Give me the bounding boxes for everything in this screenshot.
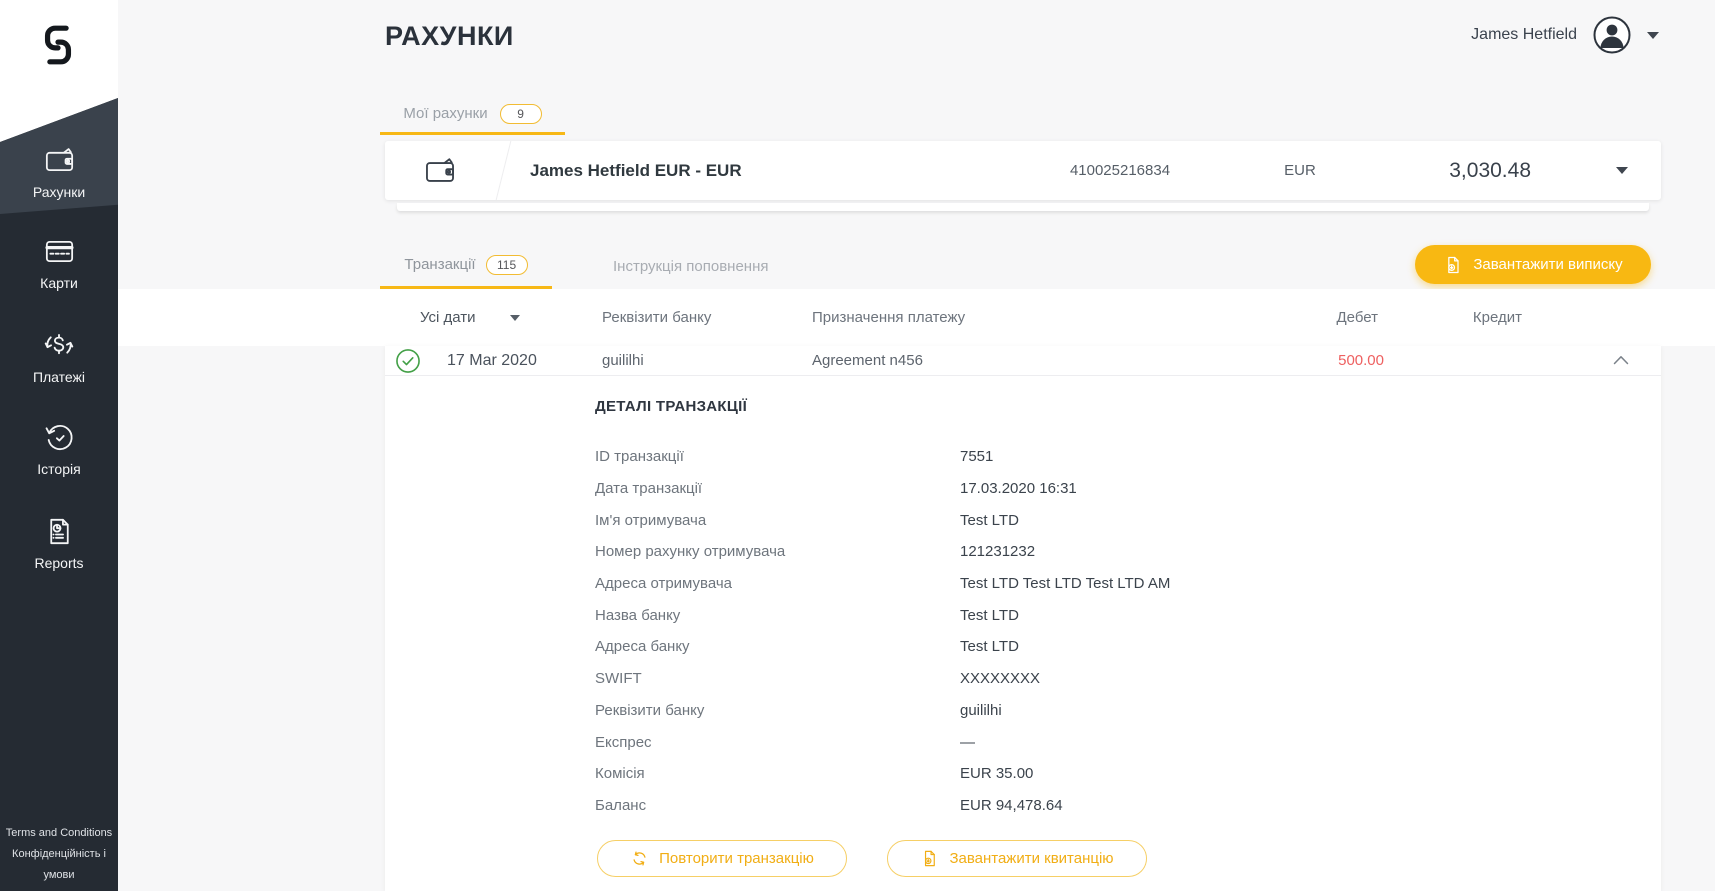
transactions-count-badge: 115: [485, 254, 528, 275]
reports-icon: [49, 518, 69, 545]
transaction-panel: 17 Mar 2020 guililhi Agreement n456 500.…: [385, 346, 1661, 891]
sidebar-item-cards[interactable]: Карти: [0, 235, 118, 291]
sidebar-item-reports[interactable]: Reports: [0, 515, 118, 571]
account-balance: 3,030.48: [1449, 158, 1531, 182]
detail-value: —: [960, 733, 975, 751]
transaction-row[interactable]: 17 Mar 2020 guililhi Agreement n456 500.…: [385, 346, 1661, 376]
button-label: Завантажити виписку: [1473, 256, 1623, 273]
chevron-down-icon: [1647, 31, 1659, 39]
tab-top-up-instruction[interactable]: Інструкція поповнення: [613, 243, 769, 289]
detail-label: Реквізити банку: [595, 701, 705, 719]
detail-label: Баланс: [595, 796, 647, 814]
detail-label: Назва банку: [595, 606, 681, 624]
column-header-debit: Дебет: [1336, 309, 1378, 326]
detail-label: Експрес: [595, 733, 652, 751]
detail-label: Адреса отримувача: [595, 575, 733, 593]
sidebar-item-label: Рахунки: [32, 184, 86, 200]
details-grid: ID транзакції 7551 Дата транзакції 17.03…: [595, 441, 1170, 821]
wallet-icon: [45, 148, 73, 172]
user-menu[interactable]: James Hetfield: [1471, 15, 1659, 55]
account-type-cell: [385, 141, 495, 200]
download-receipt-button[interactable]: Завантажити квитанцію: [887, 840, 1147, 877]
detail-label: ID транзакції: [595, 448, 684, 466]
status-icon-cell: [395, 346, 421, 375]
check-circle-icon: [396, 348, 420, 373]
divider: [495, 141, 512, 200]
terms-link[interactable]: Terms and Conditions: [5, 823, 113, 844]
account-number: 410025216834: [1069, 162, 1171, 179]
chevron-down-icon: [509, 314, 520, 321]
detail-value: EUR 94,478.64: [960, 796, 1063, 814]
sidebar-item-label: Платежі: [32, 369, 86, 385]
detail-label: Дата транзакції: [595, 480, 703, 498]
detail-value: Test LTD: [960, 606, 1019, 624]
button-label: Повторити транзакцію: [659, 850, 814, 867]
avatar: [1593, 16, 1631, 54]
column-header-purpose: Призначення платежу: [812, 309, 966, 326]
tab-label: Інструкція поповнення: [613, 257, 769, 275]
account-currency: EUR: [1284, 162, 1316, 179]
brand-logo-icon: [44, 25, 72, 65]
user-name: James Hetfield: [1471, 26, 1577, 43]
sidebar: Рахунки Карти Платежі Історія Reports Te…: [0, 0, 118, 891]
transactions-header-band: Усі дати Реквізити банку Призначення пла…: [118, 289, 1715, 346]
detail-label: Ім'я отримувача: [595, 511, 707, 529]
account-expand-chevron-icon[interactable]: [1616, 167, 1628, 174]
sidebar-item-label: Історія: [37, 461, 81, 477]
app-window: Рахунки Карти Платежі Історія Reports Te…: [0, 0, 1715, 891]
account-name: James Hetfield EUR - EUR: [530, 160, 742, 180]
detail-label: Адреса банку: [595, 638, 690, 656]
transaction-date: 17 Mar 2020: [447, 351, 537, 369]
transaction-bank: guililhi: [602, 352, 644, 369]
column-header-bank: Реквізити банку: [602, 309, 712, 326]
tab-transactions[interactable]: Транзакції 115: [380, 243, 552, 289]
transaction-debit: 500.00: [1338, 352, 1384, 369]
account-card[interactable]: James Hetfield EUR - EUR 410025216834 EU…: [385, 141, 1661, 200]
detail-label: SWIFT: [595, 670, 642, 688]
sidebar-item-history[interactable]: Історія: [0, 420, 118, 477]
date-filter-dropdown[interactable]: Усі дати: [420, 289, 520, 346]
refresh-icon: [633, 851, 646, 866]
download-document-icon: [925, 850, 936, 867]
account-stack-edge: [397, 203, 1649, 211]
tab-label: Транзакції: [404, 256, 476, 273]
detail-value: XXXXXXXX: [960, 670, 1041, 688]
detail-label: Комісія: [595, 765, 645, 783]
credit-card-icon: [44, 240, 74, 263]
detail-value: Test LTD Test LTD Test LTD AM: [960, 575, 1171, 593]
column-header-credit: Кредит: [1472, 309, 1522, 326]
collapse-chevron-icon[interactable]: [1613, 355, 1629, 365]
detail-value: 121231232: [960, 543, 1036, 561]
transaction-actions: Повторити транзакцію Завантажити квитанц…: [597, 840, 1147, 877]
sidebar-footer: Terms and Conditions Конфіденційність і …: [0, 823, 118, 886]
tab-label: Мої рахунки: [403, 105, 488, 122]
detail-value: Test LTD: [960, 638, 1019, 656]
detail-value: 17.03.2020 16:31: [960, 480, 1077, 498]
sidebar-item-payments[interactable]: Платежі: [0, 328, 118, 385]
history-icon: [45, 425, 73, 451]
accounts-count-badge: 9: [499, 103, 542, 124]
transaction-purpose: Agreement n456: [812, 352, 923, 369]
button-label: Завантажити квитанцію: [949, 850, 1114, 867]
page-title: РАХУНКИ: [385, 21, 514, 51]
sidebar-item-label: Reports: [34, 555, 84, 571]
sidebar-item-label: Карти: [40, 275, 78, 291]
detail-value: EUR 35.00: [960, 765, 1034, 783]
tab-my-accounts[interactable]: Мої рахунки 9: [380, 95, 565, 135]
detail-value: Test LTD: [960, 511, 1019, 529]
privacy-link[interactable]: Конфіденційність і умови: [5, 844, 113, 886]
detail-value: guililhi: [960, 701, 1002, 719]
detail-value: 7551: [960, 448, 994, 466]
date-filter-value: Усі дати: [420, 309, 476, 326]
transaction-details: ДЕТАЛІ ТРАНЗАКЦІЇ ID транзакції 7551 Дат…: [595, 398, 1170, 821]
detail-label: Номер рахунку отримувача: [595, 543, 786, 561]
wallet-icon: [426, 157, 454, 182]
repeat-transaction-button[interactable]: Повторити транзакцію: [597, 840, 847, 877]
download-statement-button[interactable]: Завантажити виписку: [1415, 245, 1651, 284]
payments-icon: [44, 334, 74, 355]
download-document-icon: [1448, 256, 1459, 273]
details-heading: ДЕТАЛІ ТРАНЗАКЦІЇ: [595, 398, 748, 415]
